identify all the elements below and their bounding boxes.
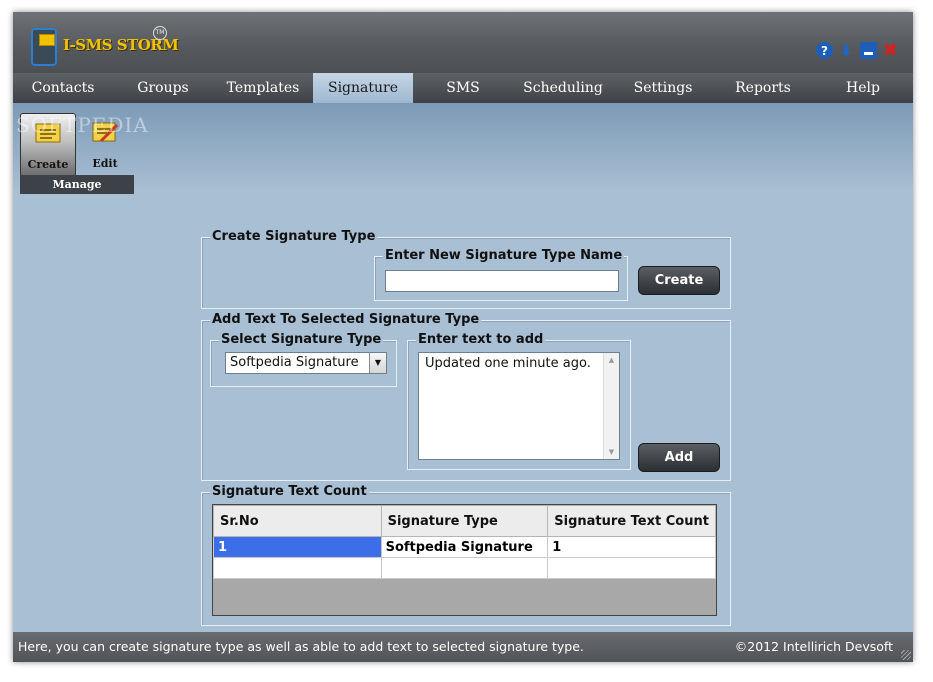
menu-signature[interactable]: Signature xyxy=(313,73,413,103)
create-signature-type-group: Create Signature Type Enter New Signatur… xyxy=(201,229,731,309)
chevron-down-icon[interactable]: ▼ xyxy=(369,353,386,373)
scroll-up-icon[interactable]: ▲ xyxy=(604,356,619,364)
signature-type-select[interactable]: Softpedia Signature ▼ xyxy=(225,352,387,374)
edit-button[interactable]: Edit xyxy=(78,113,132,175)
scroll-down-icon[interactable]: ▼ xyxy=(604,448,619,456)
signature-text-area[interactable]: Updated one minute ago. ▲ ▼ xyxy=(418,352,620,460)
new-type-name-legend: Enter New Signature Type Name xyxy=(383,248,625,263)
add-text-button[interactable]: Add xyxy=(638,443,720,472)
table-header-row: Sr.No Signature Type Signature Text Coun… xyxy=(213,505,716,537)
signature-count-table: Sr.No Signature Type Signature Text Coun… xyxy=(213,505,716,579)
ribbon: Create Edit Manage SOFTPEDIA xyxy=(13,103,913,194)
copyright-text: ©2012 Intellirich Devsoft xyxy=(734,639,893,654)
app-window: I-SMS STORM TM ? ⬇ ✖ Contacts Groups Tem… xyxy=(13,12,913,662)
create-type-button[interactable]: Create xyxy=(638,266,720,295)
status-message: Here, you can create signature type as w… xyxy=(18,639,584,654)
column-header-text-count[interactable]: Signature Text Count xyxy=(547,505,716,537)
signature-text-count-group: Signature Text Count Sr.No Signature Typ… xyxy=(201,484,731,626)
table-row[interactable] xyxy=(213,557,716,579)
table-cell[interactable] xyxy=(547,557,716,579)
signature-text-value: Updated one minute ago. xyxy=(425,356,591,371)
create-signature-type-legend: Create Signature Type xyxy=(210,229,378,244)
download-arrow-icon[interactable]: ⬇ xyxy=(838,41,855,60)
new-type-name-group: Enter New Signature Type Name xyxy=(374,248,628,301)
create-button[interactable]: Create xyxy=(20,113,76,177)
edit-label: Edit xyxy=(92,157,118,170)
status-bar: Here, you can create signature type as w… xyxy=(13,632,913,662)
menu-reports[interactable]: Reports xyxy=(713,73,813,103)
table-cell[interactable]: 1 xyxy=(213,536,382,558)
table-cell[interactable] xyxy=(213,557,382,579)
table-cell[interactable]: 1 xyxy=(547,536,716,558)
table-row[interactable]: 1 Softpedia Signature 1 xyxy=(213,536,716,558)
envelope-icon xyxy=(39,34,55,46)
resize-grip-icon[interactable] xyxy=(901,650,911,660)
title-bar: I-SMS STORM TM ? ⬇ ✖ xyxy=(13,12,913,73)
window-controls: ? ⬇ ✖ xyxy=(816,40,899,61)
manage-group-label: Manage xyxy=(20,175,134,194)
trademark-mark: TM xyxy=(153,26,167,40)
menu-contacts[interactable]: Contacts xyxy=(13,73,113,103)
manage-group: Create Edit Manage xyxy=(20,113,134,195)
signature-text-count-legend: Signature Text Count xyxy=(210,484,369,499)
select-type-group: Select Signature Type Softpedia Signatur… xyxy=(210,332,397,387)
menu-settings[interactable]: Settings xyxy=(613,73,713,103)
enter-text-group: Enter text to add Updated one minute ago… xyxy=(407,332,631,470)
menu-scheduling[interactable]: Scheduling xyxy=(513,73,613,103)
menu-help[interactable]: Help xyxy=(813,73,913,103)
table-cell[interactable] xyxy=(380,557,549,579)
close-icon[interactable]: ✖ xyxy=(882,40,899,61)
app-logo: I-SMS STORM TM xyxy=(31,24,181,68)
select-type-legend: Select Signature Type xyxy=(219,332,384,347)
signature-type-name-input[interactable] xyxy=(385,270,619,292)
column-header-signature-type[interactable]: Signature Type xyxy=(380,505,549,537)
help-icon[interactable]: ? xyxy=(816,42,833,59)
menu-groups[interactable]: Groups xyxy=(113,73,213,103)
main-menu: Contacts Groups Templates Signature SMS … xyxy=(13,73,913,104)
note-create-icon xyxy=(35,123,61,143)
menu-sms[interactable]: SMS xyxy=(413,73,513,103)
note-edit-icon xyxy=(92,122,119,143)
text-scrollbar[interactable]: ▲ ▼ xyxy=(603,353,619,459)
signature-count-grid[interactable]: Sr.No Signature Type Signature Text Coun… xyxy=(212,504,717,616)
add-text-group: Add Text To Selected Signature Type Sele… xyxy=(201,312,731,481)
menu-templates[interactable]: Templates xyxy=(213,73,313,103)
table-cell[interactable]: Softpedia Signature xyxy=(380,536,549,558)
create-label: Create xyxy=(27,158,69,171)
add-text-legend: Add Text To Selected Signature Type xyxy=(210,312,482,327)
selected-type-value: Softpedia Signature xyxy=(230,355,359,370)
column-header-srno[interactable]: Sr.No xyxy=(213,505,382,537)
minimize-icon[interactable] xyxy=(860,42,877,59)
enter-text-legend: Enter text to add xyxy=(416,332,546,347)
